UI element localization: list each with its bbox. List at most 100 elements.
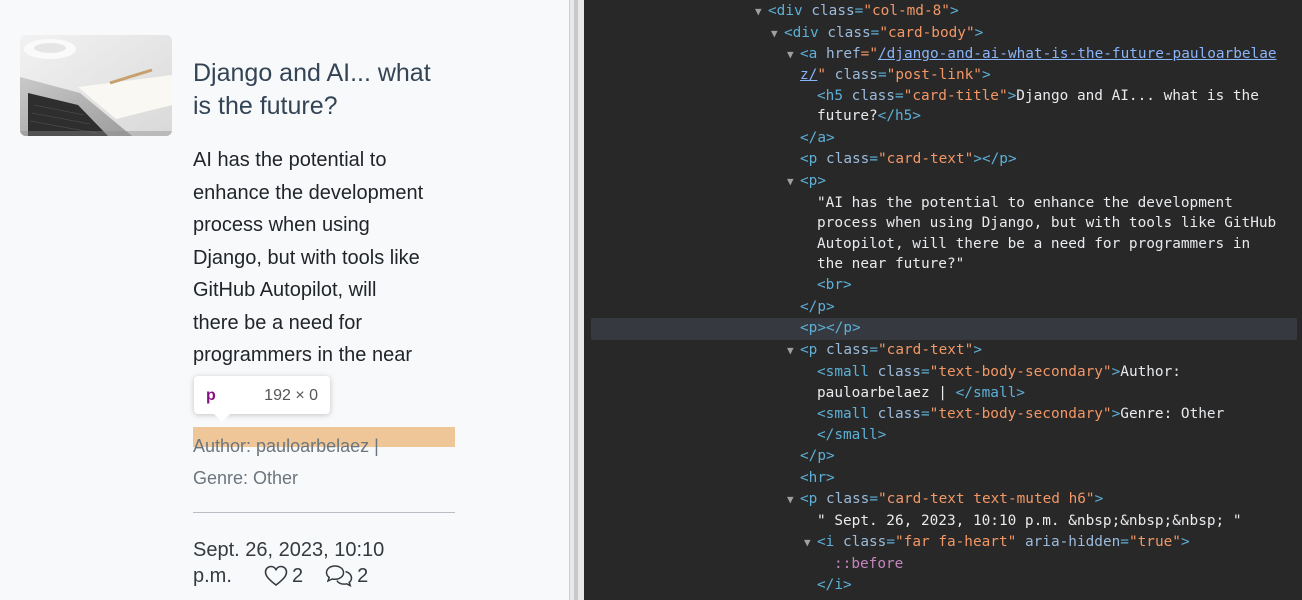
attr-value: "post-link" [886,67,982,83]
text-node: the near future?" [817,256,965,272]
attr-eq: = [920,364,930,380]
post-stats: 2 2 [264,563,390,589]
attr-value: " [817,67,835,83]
tag-open: <div [768,3,812,19]
tag-close: </a> [800,130,835,146]
dom-node-row[interactable]: <h5 class="card-title">Django and AI... … [817,86,1259,107]
text-node: process when using Django, but with tool… [817,215,1277,231]
text-node: Author: [1120,364,1181,380]
attr-value: "text-body-secondary" [929,406,1112,422]
dom-node-row[interactable]: <small class="text-body-secondary">Autho… [817,362,1181,383]
attr-name: class [843,534,887,550]
dom-node-row[interactable]: <p class="card-text"></p> [800,149,1017,170]
dom-node-row[interactable]: pauloarbelaez | </small> [817,383,1025,404]
dom-text-row[interactable]: the near future?" [817,254,964,275]
comments-icon[interactable] [325,564,353,588]
text-node: " Sept. 26, 2023, 10:10 p.m. &nbsp;&nbsp… [817,513,1242,529]
tag-open: <p></p> [800,320,861,336]
dom-text-row[interactable]: "AI has the potential to enhance the dev… [817,193,1233,214]
pane-splitter[interactable] [569,0,584,600]
attr-eq: = [886,534,895,550]
tag-close: </i> [817,577,852,593]
dom-text-row[interactable]: " Sept. 26, 2023, 10:10 p.m. &nbsp;&nbsp… [817,511,1242,532]
post-excerpt: AI has the potential to enhance the deve… [193,144,455,372]
tooltip-tag: p [206,387,216,404]
dom-node-row[interactable]: z/" class="post-link"> [800,65,991,86]
dom-node-row[interactable]: <small class="text-body-secondary">Genre… [817,404,1224,425]
attr-name: class [827,25,871,41]
excerpt-line: process when using [193,214,370,236]
collapse-triangle-icon[interactable]: ▼ [771,23,778,44]
attr-value: "card-text" [878,151,974,167]
href-link[interactable]: z/ [800,67,817,83]
dom-pseudo-row[interactable]: ::before [834,554,903,575]
dom-text-row[interactable]: process when using Django, but with tool… [817,213,1276,234]
tag-close: </small> [817,427,887,443]
tag-close: </p> [800,299,835,315]
tag-close: > [1180,534,1190,550]
tag-close: > [1007,88,1017,104]
dom-node-row[interactable]: <div class="col-md-8"> [768,1,959,22]
tag-close: > [1111,364,1121,380]
text-node: "AI has the potential to enhance the dev… [817,195,1233,211]
laptop-image [20,35,172,136]
tag-open: <small [817,406,878,422]
attr-name: class [877,364,921,380]
post-title-link[interactable]: Django and AI... what is the future? [193,57,463,123]
collapse-triangle-icon[interactable]: ▼ [787,489,794,510]
dom-node-row[interactable]: future?</h5> [817,106,921,127]
tooltip-dimensions: 192 × 0 [264,387,318,404]
href-link[interactable]: /django-and-ai-what-is-the-future-pauloa… [878,46,1277,62]
text-node: Genre: Other [1120,406,1225,422]
dom-node-row[interactable]: <i class="far fa-heart" aria-hidden="tru… [817,532,1190,553]
excerpt-line: there be a need for [193,311,363,334]
attr-eq: =" [860,46,878,62]
post-title-line[interactable]: is the future? [193,92,338,120]
attr-value: "far fa-heart" [895,534,1017,550]
dom-node-row[interactable]: <p> [800,171,826,192]
excerpt-line: programmers in the near [193,344,412,366]
collapse-triangle-icon[interactable]: ▼ [787,44,794,65]
comments-count: 2 [357,564,369,587]
heart-icon[interactable] [264,565,288,587]
text-node: Autopilot, will there be a need for prog… [817,236,1251,252]
dom-node-row[interactable]: <a href="/django-and-ai-what-is-the-futu… [800,44,1277,65]
dom-node-row[interactable]: <p class="card-text text-muted h6"> [800,489,1103,510]
tag-open: <br> [817,277,852,293]
tag-open: <a [800,46,826,62]
dom-node-row[interactable]: </i> [817,575,852,596]
collapse-triangle-icon[interactable]: ▼ [787,171,794,192]
dom-node-row-selected[interactable]: <p></p> [800,318,861,339]
collapse-triangle-icon[interactable]: ▼ [755,1,762,22]
attr-value: "card-body" [879,25,975,41]
attr-value: "card-title" [903,88,1008,104]
tag-open: <div [784,25,828,41]
dom-node-row[interactable]: </p> [800,446,835,467]
dom-text-row[interactable]: Autopilot, will there be a need for prog… [817,234,1250,255]
tag-open: <hr> [800,470,835,486]
pseudo-element: ::before [834,556,904,572]
dom-node-row[interactable]: </a> [800,128,835,149]
dom-node-row[interactable]: <hr> [800,468,835,489]
dom-node-row[interactable]: <p class="card-text"> [800,340,982,361]
inspect-tooltip: p 192 × 0 [194,376,330,422]
author-text: Author: pauloarbelaez | [193,436,379,456]
tag-close: > [973,342,982,358]
splitter-grip[interactable] [574,0,578,600]
dom-node-row[interactable]: <div class="card-body"> [784,23,983,44]
dom-node-row[interactable]: <br> [817,275,852,296]
collapse-triangle-icon[interactable]: ▼ [787,340,794,361]
post-meta: Author: pauloarbelaez | Genre: Other [193,430,455,494]
tag-close: > [981,67,991,83]
collapse-triangle-icon[interactable]: ▼ [804,532,811,553]
selected-node-row[interactable] [591,318,1297,340]
attr-eq: = [869,151,878,167]
post-thumbnail[interactable] [20,35,172,136]
attr-name: class [826,491,870,507]
date-line: Sept. 26, 2023, 10:10 [193,539,385,561]
post-title-line[interactable]: Django and AI... what [193,59,431,87]
dom-node-row[interactable]: </p> [800,297,835,318]
tag-open: <p [800,491,826,507]
attr-name: class [826,151,870,167]
dom-node-row[interactable]: </small> [817,425,886,446]
